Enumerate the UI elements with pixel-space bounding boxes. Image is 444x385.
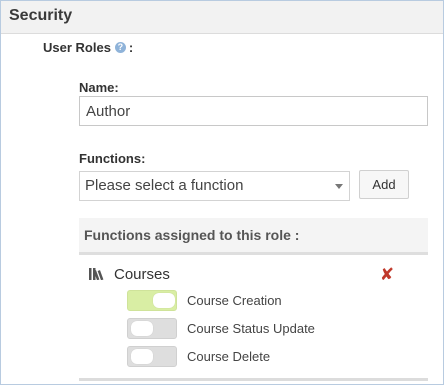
toggle-knob bbox=[131, 348, 153, 364]
assigned-functions-header: Functions assigned to this role : bbox=[79, 218, 428, 255]
divider bbox=[79, 378, 428, 381]
function-label: Course Creation bbox=[187, 292, 282, 308]
function-row: Course Creation bbox=[127, 289, 282, 311]
function-label: Course Delete bbox=[187, 348, 271, 364]
function-group-courses: Courses ✘ Course Creation Course Status … bbox=[79, 255, 428, 375]
user-roles-text: User Roles bbox=[43, 40, 111, 55]
library-icon bbox=[89, 268, 104, 280]
role-name-input[interactable] bbox=[79, 96, 428, 126]
chevron-down-icon bbox=[335, 184, 343, 189]
group-label: Courses bbox=[114, 266, 170, 283]
add-function-button[interactable]: Add bbox=[359, 170, 409, 199]
toggle-knob bbox=[131, 320, 153, 336]
toggle-switch[interactable] bbox=[127, 345, 177, 367]
function-row: Course Delete bbox=[127, 345, 270, 367]
security-panel: Security User Roles ? : Name: Functions:… bbox=[0, 0, 444, 385]
functions-label: Functions: bbox=[79, 151, 146, 166]
section-header: Security bbox=[1, 1, 443, 34]
function-row: Course Status Update bbox=[127, 317, 315, 339]
toggle-switch[interactable] bbox=[127, 317, 177, 339]
name-label: Name: bbox=[79, 80, 119, 95]
function-label: Course Status Update bbox=[187, 320, 315, 336]
remove-icon[interactable]: ✘ bbox=[379, 266, 395, 283]
user-roles-label: User Roles ? : bbox=[43, 40, 133, 55]
assigned-functions-title: Functions assigned to this role : bbox=[84, 227, 300, 243]
toggle-knob bbox=[153, 292, 175, 308]
toggle-switch[interactable] bbox=[127, 289, 177, 311]
function-select-value: Please select a function bbox=[85, 177, 244, 194]
section-title: Security bbox=[9, 7, 73, 24]
user-roles-colon: : bbox=[128, 40, 134, 55]
help-icon[interactable]: ? bbox=[114, 42, 126, 53]
function-select[interactable]: Please select a function bbox=[79, 171, 350, 201]
